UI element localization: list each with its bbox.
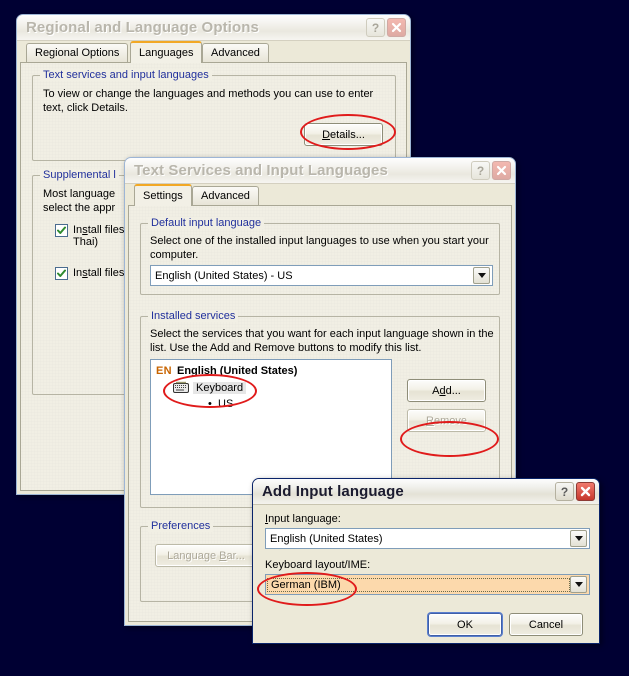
help-icon[interactable]: ?: [555, 482, 574, 501]
help-icon[interactable]: ?: [471, 161, 490, 180]
add-input-language-dialog[interactable]: Add Input language ? Input language: Eng…: [252, 478, 600, 644]
regional-titlebar[interactable]: Regional and Language Options ?: [17, 15, 410, 41]
input-language-combobox[interactable]: English (United States): [265, 528, 590, 549]
regional-title-buttons[interactable]: ?: [366, 18, 406, 37]
tab-languages[interactable]: Languages: [130, 41, 203, 63]
language-name[interactable]: English (United States): [177, 365, 297, 377]
regional-tabstrip[interactable]: Regional Options Languages Advanced: [20, 41, 407, 63]
help-glyph: ?: [476, 163, 485, 178]
add-input-client: Input language: English (United States) …: [256, 505, 596, 640]
input-language-label: Input language:: [265, 513, 341, 525]
text-services-group-label: Text services and input languages: [40, 69, 212, 81]
preferences-label: Preferences: [148, 520, 214, 532]
close-icon[interactable]: [576, 482, 595, 501]
service-keyboard-label: Keyboard: [193, 382, 247, 394]
text-services-group: Text services and input languages To vie…: [32, 69, 396, 161]
tab-settings[interactable]: Settings: [134, 184, 192, 206]
input-language-value: English (United States): [270, 532, 383, 545]
ok-button[interactable]: OK: [428, 613, 502, 636]
chevron-down-icon[interactable]: [473, 267, 490, 284]
add-input-title-buttons[interactable]: ?: [555, 482, 595, 501]
tab-advanced[interactable]: Advanced: [202, 43, 269, 63]
keyboard-layout-value: German (IBM): [267, 577, 570, 592]
text-services-title-buttons[interactable]: ?: [471, 161, 511, 180]
default-input-language-group: Default input language Select one of the…: [140, 217, 500, 295]
cancel-button[interactable]: Cancel: [509, 613, 583, 636]
language-bar-button: Language Bar...: [155, 544, 257, 567]
checkbox-checked-icon[interactable]: [55, 224, 68, 237]
language-badge-en: EN: [156, 365, 172, 377]
cancel-button-label: Cancel: [528, 618, 564, 631]
installed-services-label: Installed services: [148, 310, 239, 322]
text-services-titlebar[interactable]: Text Services and Input Languages ?: [125, 158, 515, 184]
default-input-language-value: English (United States) - US: [155, 269, 293, 282]
close-icon[interactable]: [387, 18, 406, 37]
tab-advanced[interactable]: Advanced: [192, 186, 259, 206]
help-icon[interactable]: ?: [366, 18, 385, 37]
details-button-label: Details...: [322, 128, 365, 141]
help-glyph: ?: [560, 484, 569, 499]
text-services-description: To view or change the languages and meth…: [43, 88, 374, 114]
ok-button-label: OK: [457, 618, 473, 631]
desktop: Regional and Language Options ? Regional…: [0, 0, 629, 676]
default-input-language-combobox[interactable]: English (United States) - US: [150, 265, 493, 286]
text-services-title: Text Services and Input Languages: [134, 162, 388, 179]
default-input-language-label: Default input language: [148, 217, 265, 229]
supplemental-group-label: Supplemental l: [40, 169, 119, 181]
chevron-down-icon[interactable]: [570, 530, 587, 547]
tab-regional-options[interactable]: Regional Options: [26, 43, 129, 63]
regional-title: Regional and Language Options: [26, 19, 259, 36]
details-button[interactable]: Details...: [304, 123, 383, 146]
add-button[interactable]: Add...: [407, 379, 486, 402]
text-services-tabstrip[interactable]: Settings Advanced: [128, 184, 512, 206]
service-keyboard-item[interactable]: Keyboard: [193, 382, 247, 394]
help-glyph: ?: [371, 20, 380, 35]
installed-services-description: Select the services that you want for ea…: [150, 328, 494, 354]
language-bar-button-label: Language Bar...: [167, 549, 245, 562]
default-input-language-description: Select one of the installed input langua…: [150, 235, 489, 261]
add-input-title: Add Input language: [262, 483, 404, 500]
checkbox-checked-icon[interactable]: [55, 267, 68, 280]
keyboard-layout-combobox[interactable]: German (IBM): [265, 574, 590, 595]
keyboard-icon: [173, 381, 189, 393]
install-files-complex-script-label: Install files Thai): [73, 224, 125, 248]
chevron-down-icon[interactable]: [570, 576, 587, 593]
add-button-label: Add...: [432, 384, 461, 397]
remove-button: Remove: [407, 409, 486, 432]
keyboard-layout-label: Keyboard layout/IME:: [265, 559, 371, 571]
keyboard-layout-bullet: •: [208, 398, 212, 410]
keyboard-layout-us-item[interactable]: US: [218, 398, 233, 410]
install-files-east-asian-label: Install files: [73, 267, 125, 279]
remove-button-label: Remove: [426, 414, 467, 427]
add-input-titlebar[interactable]: Add Input language ?: [253, 479, 599, 505]
close-icon[interactable]: [492, 161, 511, 180]
installed-services-listbox[interactable]: EN English (United States) Keyboard • US: [150, 359, 392, 495]
